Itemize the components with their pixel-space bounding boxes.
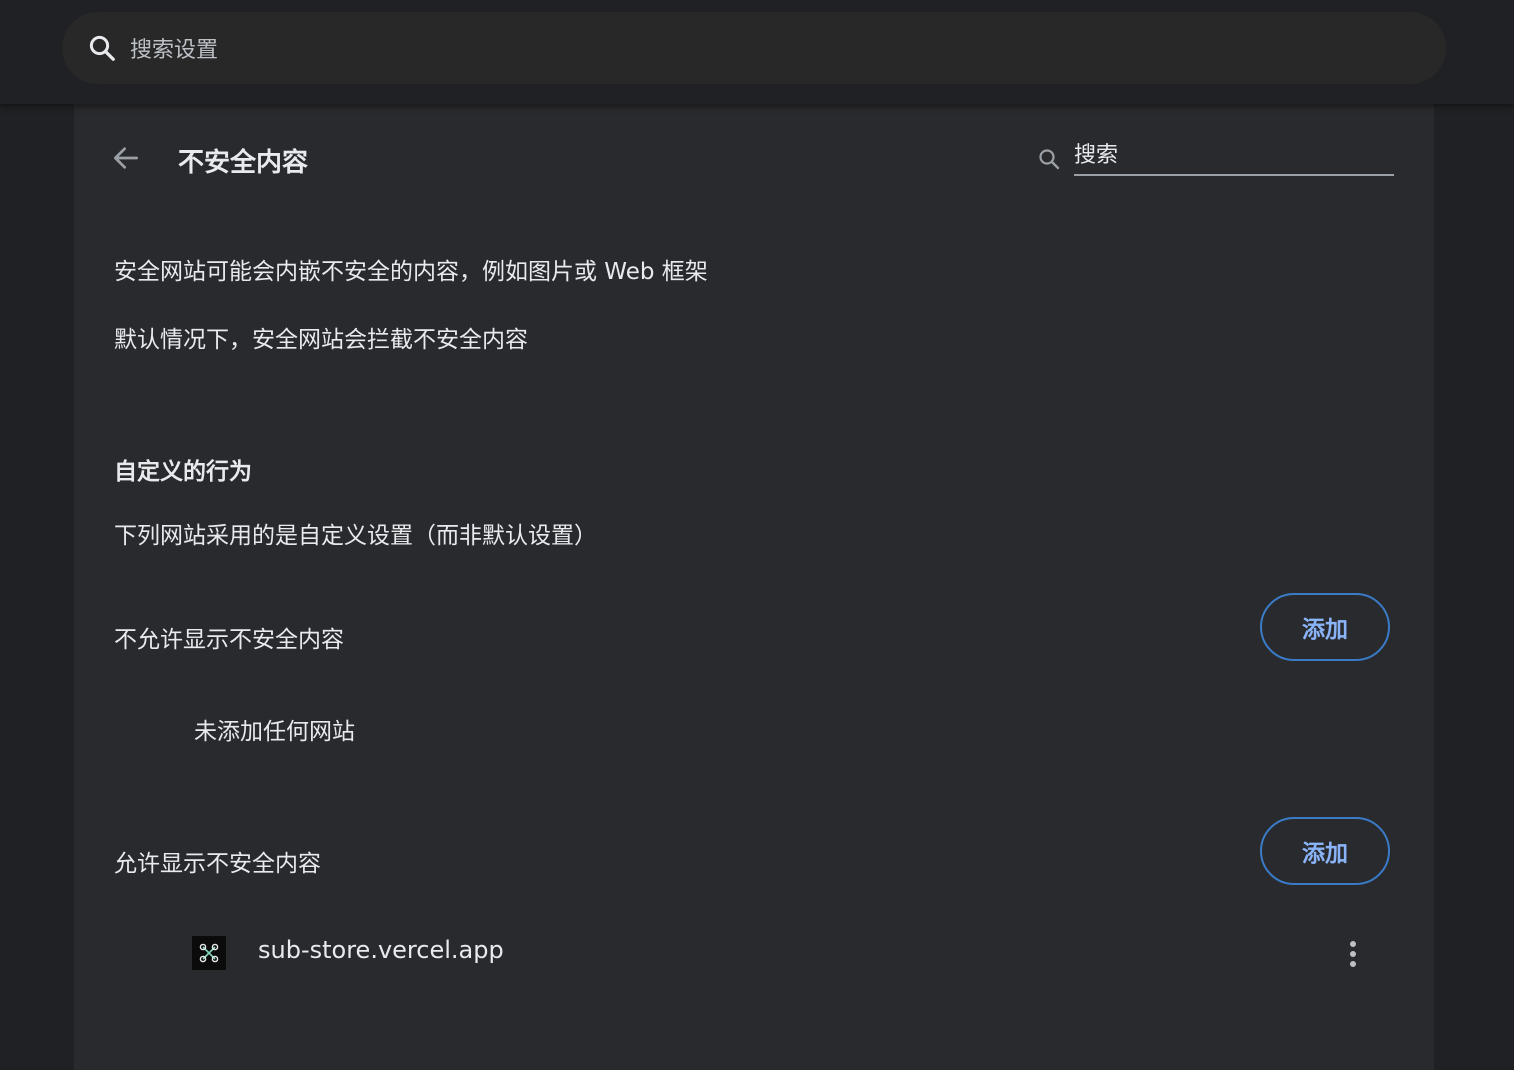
top-bar: 搜索设置 (0, 0, 1514, 104)
add-allowed-site-button[interactable]: 添加 (1260, 817, 1390, 885)
description-line-1: 安全网站可能会内嵌不安全的内容，例如图片或 Web 框架 (114, 259, 708, 285)
search-icon (84, 30, 120, 66)
description-line-2: 默认情况下，安全网站会拦截不安全内容 (114, 327, 528, 353)
settings-search-placeholder[interactable]: 搜索设置 (130, 32, 218, 64)
custom-behavior-heading: 自定义的行为 (114, 459, 252, 485)
more-vert-icon[interactable] (1338, 934, 1368, 974)
site-url[interactable]: sub-store.vercel.app (258, 936, 504, 964)
allow-section-label: 允许显示不安全内容 (114, 851, 321, 877)
sub-store-favicon-icon (192, 936, 226, 970)
add-blocked-site-button[interactable]: 添加 (1260, 593, 1390, 661)
settings-panel: 不安全内容 搜索 安全网站可能会内嵌不安全的内容，例如图片或 Web 框架 默认… (74, 104, 1434, 1070)
back-button[interactable] (106, 140, 146, 180)
page-search[interactable]: 搜索 (1034, 138, 1394, 178)
arrow-left-icon (110, 142, 142, 178)
site-row: sub-store.vercel.app (192, 930, 1392, 974)
block-section-label: 不允许显示不安全内容 (114, 627, 344, 653)
block-empty-note: 未添加任何网站 (194, 719, 355, 745)
custom-behavior-subtitle: 下列网站采用的是自定义设置（而非默认设置） (114, 523, 597, 549)
search-icon (1034, 144, 1064, 174)
page-title: 不安全内容 (178, 148, 309, 178)
page-search-input[interactable]: 搜索 (1074, 138, 1394, 176)
page-header: 不安全内容 搜索 (74, 104, 1434, 216)
settings-search-box[interactable]: 搜索设置 (62, 12, 1446, 84)
